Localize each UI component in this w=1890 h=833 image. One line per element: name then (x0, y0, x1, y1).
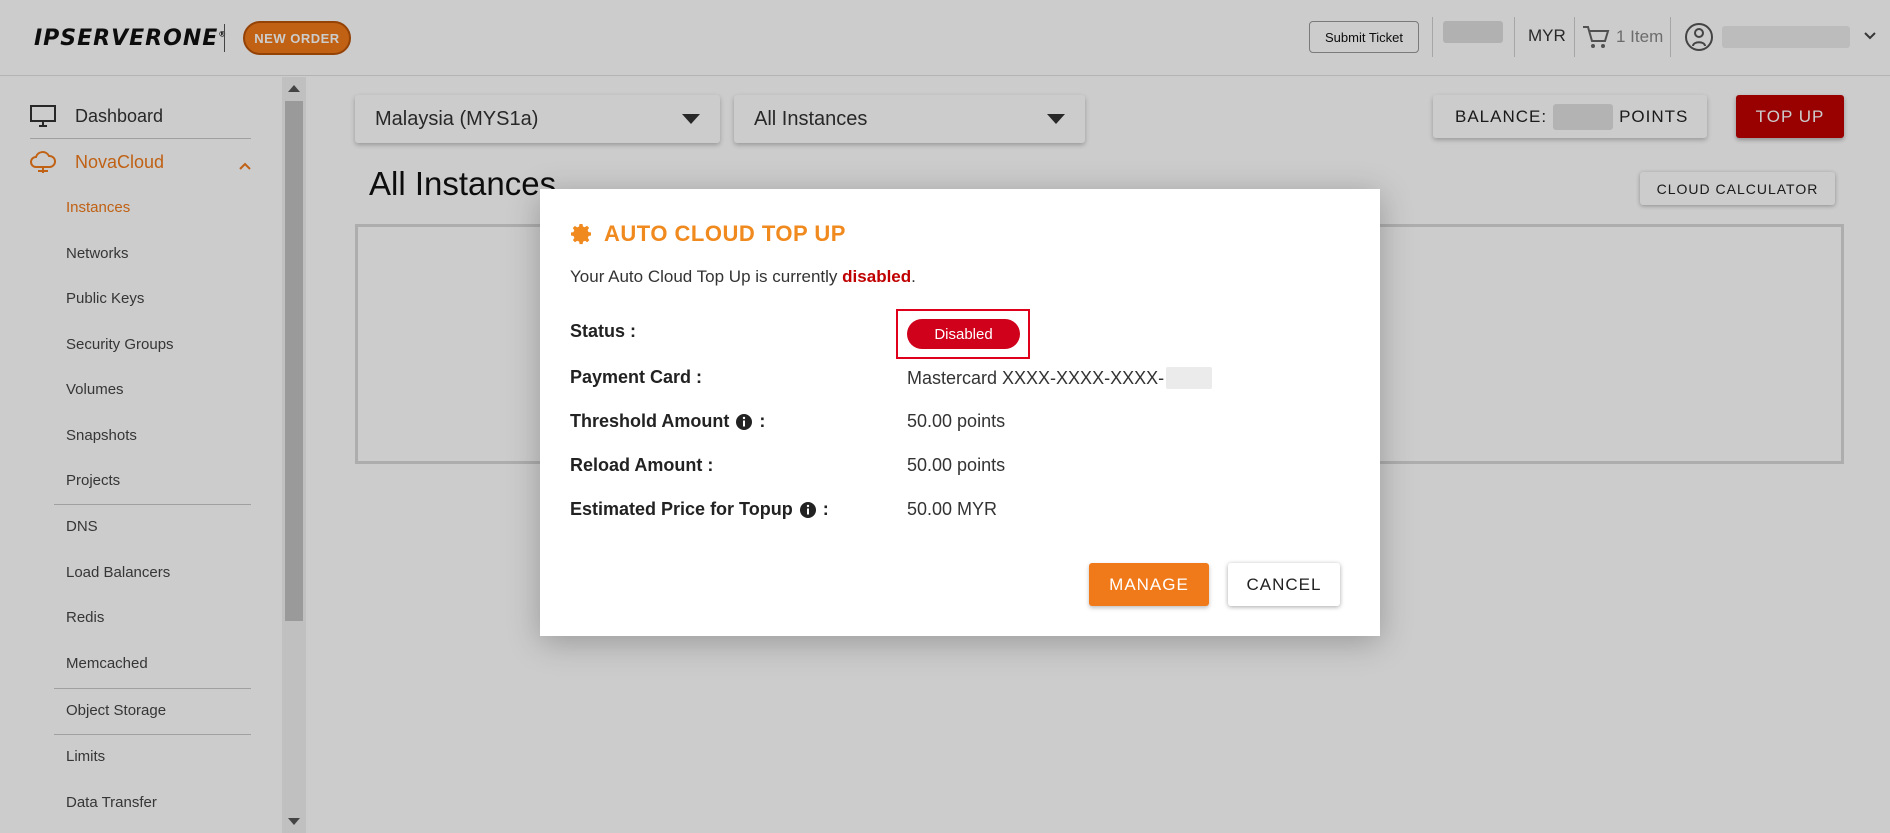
disabled-text: disabled (842, 267, 912, 286)
redacted-card-digits (1166, 367, 1213, 389)
payment-card-label: Payment Card : (570, 367, 703, 387)
manage-button[interactable]: MANAGE (1089, 563, 1209, 606)
info-icon[interactable] (735, 413, 753, 431)
threshold-amount-value: 50.00 points (907, 411, 1006, 431)
gear-icon (571, 224, 591, 245)
reload-amount-value: 50.00 points (907, 455, 1006, 475)
estimated-price-value: 50.00 MYR (907, 499, 998, 519)
status-badge: Disabled (907, 319, 1020, 349)
dialog-title-text: AUTO CLOUD TOP UP (604, 221, 846, 246)
status-label: Status : (570, 321, 637, 341)
estimated-price-label: Estimated Price for Topup : (570, 499, 829, 519)
auto-top-up-dialog: AUTO CLOUD TOP UP Your Auto Cloud Top Up… (540, 189, 1380, 636)
dialog-description: Your Auto Cloud Top Up is currently disa… (570, 267, 916, 286)
reload-amount-label: Reload Amount : (570, 455, 714, 475)
info-icon[interactable] (799, 501, 817, 519)
threshold-amount-label: Threshold Amount : (570, 411, 766, 431)
payment-card-value: Mastercard XXXX-XXXX-XXXX- (907, 367, 1213, 389)
dialog-title: AUTO CLOUD TOP UP (570, 221, 846, 247)
cancel-button[interactable]: CANCEL (1228, 563, 1340, 606)
